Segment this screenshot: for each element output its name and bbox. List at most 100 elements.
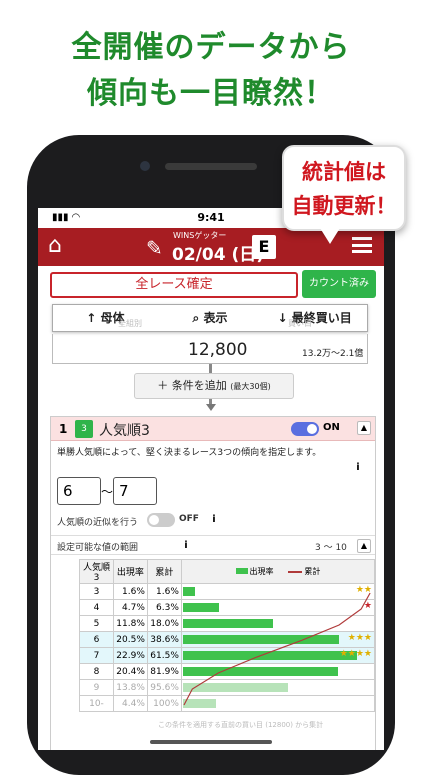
cell-bar <box>180 663 376 680</box>
cell-cum: 100% <box>146 695 182 712</box>
table-row: 7 22.9% 61.5% ★★★★ <box>79 647 376 664</box>
cell-cum: 38.6% <box>146 631 182 648</box>
footer-note: この条件を適用する直前の買い目 (12800) から集計 <box>158 721 324 729</box>
condition-toggle[interactable] <box>291 422 319 436</box>
condition-description: 単勝人気順によって、堅く決まるレース3つの傾向を指定します。 <box>57 448 322 458</box>
stats-table: 人気順3 出現率 累計 出現率 累計 3 1.6% 1.6% ★★ 4 4.7% 6.3% ★… <box>79 559 376 712</box>
col-rate-header: 出現率 <box>112 559 148 584</box>
cell-cum: 18.0% <box>146 615 182 632</box>
table-row: 10- 4.4% 100% <box>79 695 376 712</box>
value-range-label: 設定可能な値の範囲 <box>57 543 139 553</box>
approx-label: 人気順の近似を行う <box>57 518 139 528</box>
cell-bar: ★★★★ <box>180 647 376 664</box>
phone-screen: ▮▮▮ ◠ 9:41 ⌂ ✎ WINSゲッター 02/04 (日) E 全レース… <box>38 208 384 750</box>
cell-bar <box>180 695 376 712</box>
info-icon[interactable]: i <box>351 461 365 475</box>
rate-bar <box>182 667 338 676</box>
legend-rate-swatch <box>235 568 248 574</box>
tab-display[interactable]: ⌕ 表示 <box>158 305 263 331</box>
ghost-label-right: 買い目 <box>288 319 312 328</box>
cell-bar: ★ <box>180 599 376 616</box>
cell-rate: 22.9% <box>112 647 148 664</box>
cell-cum: 81.9% <box>146 663 182 680</box>
to-input[interactable]: 7 <box>113 477 157 505</box>
table-row: 8 20.4% 81.9% <box>79 663 376 680</box>
rate-bar <box>182 635 339 644</box>
cell-rate: 4.7% <box>112 599 148 616</box>
all-races-button[interactable]: 全レース確定 <box>50 272 298 298</box>
connector-line <box>209 364 212 373</box>
range-tilde: 〜 <box>101 485 114 499</box>
callout-bubble: 統計値は 自動更新！ <box>282 145 406 231</box>
callout-tail <box>320 228 340 244</box>
home-icon[interactable]: ⌂ <box>48 235 62 257</box>
rating-stars: ★ <box>363 601 372 611</box>
value-range: 3 〜 10 <box>315 543 347 553</box>
home-indicator <box>150 740 272 744</box>
from-input[interactable]: 6 <box>57 477 101 505</box>
cell-rank: 7 <box>79 647 114 664</box>
tab-last-bet[interactable]: ↓ 最終買い目 <box>262 305 367 331</box>
condition-number: 1 <box>59 422 68 436</box>
count-done-button[interactable]: カウント済み <box>302 270 376 298</box>
cell-bar: ★★ <box>180 583 376 600</box>
cell-rank: 5 <box>79 615 114 632</box>
table-row: 5 11.8% 18.0% <box>79 615 376 632</box>
cell-bar: ★★★ <box>180 631 376 648</box>
condition-header: 1 3 人気順3 ON ▲ <box>51 417 375 441</box>
info-icon-approx[interactable]: i <box>207 513 221 527</box>
cell-rate: 4.4% <box>112 695 148 712</box>
callout-line2: 自動更新！ <box>291 194 397 218</box>
cell-bar <box>180 679 376 696</box>
cell-cum: 61.5% <box>146 647 182 664</box>
table-row: 3 1.6% 1.6% ★★ <box>79 583 376 600</box>
cell-bar <box>180 615 376 632</box>
cell-rank: 3 <box>79 583 114 600</box>
rate-bar <box>182 587 196 596</box>
condition-title: 人気順3 <box>99 423 150 439</box>
rating-stars: ★★ <box>355 585 372 595</box>
col-chart-legend: 出現率 累計 <box>180 559 376 584</box>
headline-line1: 全開催のデータから <box>71 30 351 65</box>
legend-cum-swatch <box>288 570 303 573</box>
cell-rank: 8 <box>79 663 114 680</box>
up-arrow-icon: ↑ <box>86 311 101 325</box>
condition-toggle-label: ON <box>323 422 340 433</box>
menu-icon[interactable] <box>352 237 372 253</box>
col-rank-header: 人気順3 <box>79 559 114 584</box>
value-range-row: 設定可能な値の範囲 i 3 〜 10 ▲ <box>51 535 375 555</box>
rating-stars: ★★★★ <box>339 649 372 659</box>
cell-cum: 6.3% <box>146 599 182 616</box>
edit-icon[interactable]: ✎ <box>146 236 163 260</box>
add-condition-button[interactable]: ＋ 条件を追加 (最大30個) <box>134 373 294 399</box>
callout-line1: 統計値は <box>302 160 386 184</box>
phone-speaker <box>165 163 257 170</box>
info-icon-range[interactable]: i <box>179 539 193 553</box>
approx-toggle-label: OFF <box>179 514 199 524</box>
cell-rank: 9 <box>79 679 114 696</box>
table-row: 6 20.5% 38.6% ★★★ <box>79 631 376 648</box>
rate-bar <box>182 699 217 708</box>
grade-badge: E <box>252 235 276 259</box>
ghost-label-left: 全組別 <box>118 319 142 328</box>
cell-rank: 6 <box>79 631 114 648</box>
rate-bar <box>182 683 288 692</box>
rate-bar <box>182 651 357 660</box>
rate-bar <box>182 603 219 612</box>
cell-rate: 20.5% <box>112 631 148 648</box>
cell-rank: 4 <box>79 599 114 616</box>
popularity-icon: 3 <box>75 420 93 438</box>
range-collapse-button[interactable]: ▲ <box>357 539 371 553</box>
arrow-down-icon <box>206 404 216 411</box>
approx-toggle[interactable] <box>147 513 175 527</box>
tab-bar: ↑ 母体 ⌕ 表示 ↓ 最終買い目 <box>52 304 368 332</box>
cell-rate: 20.4% <box>112 663 148 680</box>
race-date: 02/04 (日) <box>172 245 264 265</box>
cell-rank: 10- <box>79 695 114 712</box>
rate-bar <box>182 619 273 628</box>
cell-rate: 11.8% <box>112 615 148 632</box>
col-cum-header: 累計 <box>146 559 182 584</box>
stats-table-body: 3 1.6% 1.6% ★★ 4 4.7% 6.3% ★ 5 11.8% 18.0% 6 20.5% 38… <box>79 583 376 712</box>
collapse-button[interactable]: ▲ <box>357 421 371 435</box>
condition-card: 1 3 人気順3 ON ▲ 単勝人気順によって、堅く決まるレース3つの傾向を指定… <box>50 416 376 750</box>
